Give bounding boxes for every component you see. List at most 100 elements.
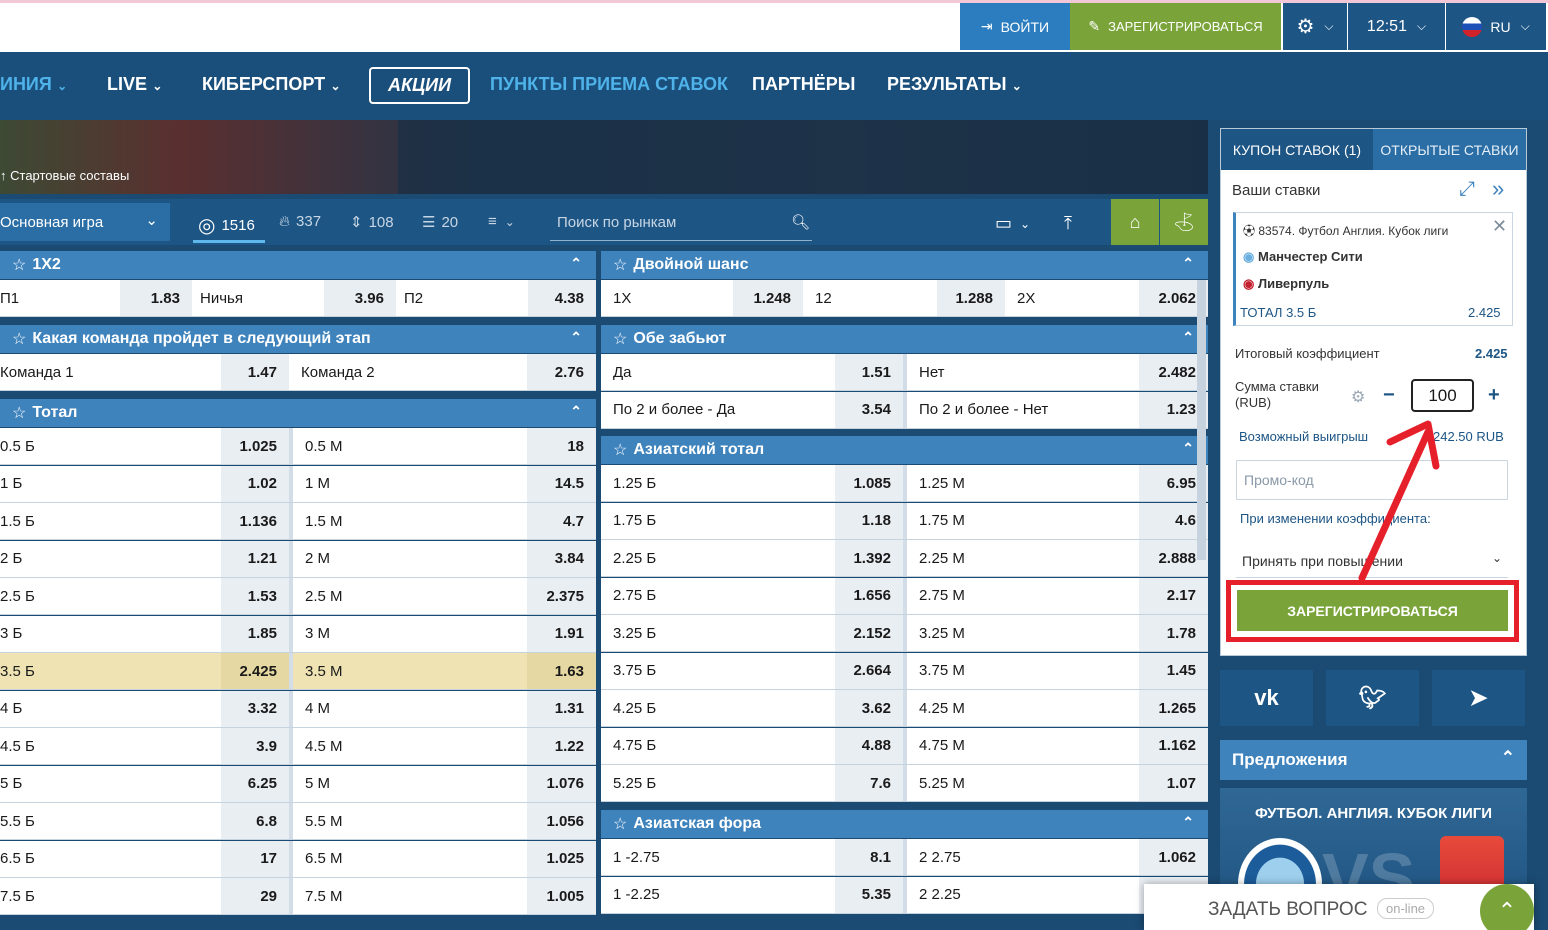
- filter-updown[interactable]: ⇕ 108: [350, 213, 394, 232]
- odd-value[interactable]: 1.47: [221, 354, 289, 390]
- odd-value[interactable]: 3.54: [835, 391, 903, 428]
- odd-value[interactable]: 1.45: [1139, 652, 1208, 689]
- outcome-label[interactable]: 4.75 М: [907, 728, 1139, 764]
- outcome-label[interactable]: 4 Б: [0, 691, 221, 727]
- market-next-stage-header[interactable]: ☆ Какая команда пройдет в следующий этап ⌃: [0, 325, 596, 353]
- tab-open-bets[interactable]: ОТКРЫТЫЕ СТАВКИ: [1373, 129, 1526, 170]
- chevron-up-icon[interactable]: ⌃: [570, 255, 582, 272]
- chevron-up-icon[interactable]: ⌃: [1182, 255, 1194, 272]
- chevron-up-icon[interactable]: ⌃: [1182, 329, 1194, 346]
- markets-scrollbar[interactable]: [1197, 280, 1206, 560]
- odd-value[interactable]: 1.288: [937, 280, 1005, 316]
- odd-value[interactable]: 1.22: [527, 728, 596, 764]
- outcome-label[interactable]: 3.25 Б: [601, 615, 835, 651]
- odd-value[interactable]: 7.6: [835, 765, 903, 801]
- nav-results[interactable]: РЕЗУЛЬТАТЫ ⌄: [887, 74, 1022, 95]
- nav-betting-points[interactable]: ПУНКТЫ ПРИЕМА СТАВОК: [490, 74, 728, 95]
- outcome-label[interactable]: 2.75 М: [907, 578, 1139, 614]
- layout-toggle[interactable]: ▭ ⌄: [995, 213, 1030, 234]
- register-top-button[interactable]: ✎ ЗАРЕГИСТРИРОВАТЬСЯ: [1070, 3, 1281, 50]
- field-button[interactable]: ⛳︎: [1160, 199, 1208, 245]
- odd-value[interactable]: 1.85: [221, 615, 289, 652]
- odd-value[interactable]: 1.31: [527, 690, 596, 727]
- odd-value[interactable]: 6.25: [221, 765, 289, 802]
- odd-value[interactable]: 1.062: [1139, 839, 1208, 875]
- odd-value[interactable]: 1.025: [527, 840, 596, 877]
- outcome-label[interactable]: По 2 и более - Да: [601, 392, 835, 428]
- market-double-chance-header[interactable]: ☆ Двойной шанс ⌃: [601, 251, 1208, 279]
- outcome-label[interactable]: 1 -2.75: [601, 839, 835, 875]
- odd-value[interactable]: 1.025: [221, 428, 289, 464]
- market-search-input[interactable]: Поиск по рынкам 🔍︎: [550, 207, 812, 241]
- scroll-top-button[interactable]: ⌃: [1480, 884, 1534, 930]
- odd-value[interactable]: 6.8: [221, 803, 289, 839]
- filter-all[interactable]: ◎ 1516: [198, 213, 255, 238]
- stake-input[interactable]: 100: [1411, 379, 1474, 412]
- outcome-label[interactable]: 2.25 М: [907, 540, 1139, 576]
- language-button[interactable]: RU ⌵: [1446, 3, 1546, 50]
- outcome-label[interactable]: 1.5 М: [293, 503, 527, 539]
- odd-value[interactable]: 1.162: [1139, 727, 1208, 764]
- odd-value[interactable]: 3.84: [527, 540, 596, 577]
- outcome-label[interactable]: 3.5 Б: [0, 653, 221, 689]
- market-both-score-header[interactable]: ☆ Обе забьют ⌃: [601, 325, 1208, 353]
- outcome-label[interactable]: По 2 и более - Нет: [907, 392, 1139, 428]
- odd-value[interactable]: 4.38: [528, 280, 596, 316]
- star-icon[interactable]: ☆: [12, 329, 26, 349]
- nav-line[interactable]: ИНИЯ ⌄: [0, 74, 67, 95]
- outcome-label[interactable]: 1X: [601, 280, 733, 316]
- outcome-label[interactable]: 2.5 М: [293, 578, 527, 614]
- outcome-label[interactable]: 1.75 Б: [601, 503, 835, 539]
- outcome-label[interactable]: 1 Б: [0, 466, 221, 502]
- outcome-label[interactable]: 1 М: [293, 466, 527, 502]
- odd-value[interactable]: 1.085: [835, 465, 903, 501]
- collapse-panel-icon[interactable]: »: [1492, 176, 1504, 202]
- stake-plus-button[interactable]: +: [1488, 384, 1500, 407]
- outcome-label[interactable]: П1: [0, 280, 120, 316]
- odd-value[interactable]: 1.21: [221, 540, 289, 577]
- outcome-label[interactable]: 7.5 Б: [0, 878, 221, 914]
- outcome-label[interactable]: 3.75 М: [907, 653, 1139, 689]
- outcome-label[interactable]: 2.75 Б: [601, 578, 835, 614]
- odd-value[interactable]: 2.375: [527, 578, 596, 614]
- outcome-label[interactable]: Команда 2: [289, 354, 527, 390]
- outcome-label[interactable]: 2.5 Б: [0, 578, 221, 614]
- outcome-label[interactable]: 5.5 М: [293, 803, 527, 839]
- odd-value[interactable]: 14.5: [527, 465, 596, 502]
- chevron-up-icon[interactable]: ⌃: [1182, 440, 1194, 457]
- odd-value[interactable]: 5.35: [835, 876, 903, 913]
- chevron-up-icon[interactable]: ⌃: [1182, 814, 1194, 831]
- odd-value[interactable]: 1.265: [1139, 690, 1208, 726]
- odd-value[interactable]: 29: [221, 878, 289, 914]
- nav-live[interactable]: LIVE ⌄: [107, 74, 162, 95]
- outcome-label[interactable]: 4.25 Б: [601, 690, 835, 726]
- outcome-label[interactable]: 0.5 М: [293, 428, 527, 464]
- filter-list[interactable]: ≡ ⌄: [488, 213, 515, 230]
- odd-value[interactable]: 18: [527, 428, 596, 464]
- chevron-up-icon[interactable]: ⌃: [570, 329, 582, 346]
- odd-value[interactable]: 1.51: [835, 354, 903, 390]
- outcome-label[interactable]: 5 М: [293, 766, 527, 802]
- star-icon[interactable]: ☆: [12, 403, 26, 423]
- outcome-label[interactable]: 5 Б: [0, 766, 221, 802]
- stadium-button[interactable]: ⌂: [1111, 199, 1159, 245]
- star-icon[interactable]: ☆: [613, 255, 627, 275]
- star-icon[interactable]: ☆: [12, 255, 26, 275]
- odd-value[interactable]: 1.248: [733, 280, 803, 316]
- odd-value[interactable]: 2.76: [527, 354, 596, 390]
- odd-value[interactable]: 3.9: [221, 728, 289, 764]
- odd-value[interactable]: 3.32: [221, 690, 289, 727]
- odd-value[interactable]: 1.53: [221, 578, 289, 614]
- odd-value[interactable]: 2.152: [835, 615, 903, 651]
- outcome-label[interactable]: 6.5 М: [293, 841, 527, 877]
- chevron-up-icon[interactable]: ⌃: [570, 403, 582, 420]
- odd-value[interactable]: 1.005: [527, 878, 596, 914]
- odd-value[interactable]: 1.18: [835, 502, 903, 539]
- market-asian-total-header[interactable]: ☆ Азиатский тотал ⌃: [601, 436, 1208, 464]
- outcome-label[interactable]: 5.25 М: [907, 765, 1139, 801]
- twitter-button[interactable]: 🐦︎: [1326, 670, 1419, 726]
- odd-value[interactable]: 3.62: [835, 690, 903, 726]
- outcome-label[interactable]: 4.25 М: [907, 690, 1139, 726]
- time-button[interactable]: 12:51 ⌵: [1348, 3, 1445, 50]
- outcome-label[interactable]: 2 2.25: [907, 877, 1139, 913]
